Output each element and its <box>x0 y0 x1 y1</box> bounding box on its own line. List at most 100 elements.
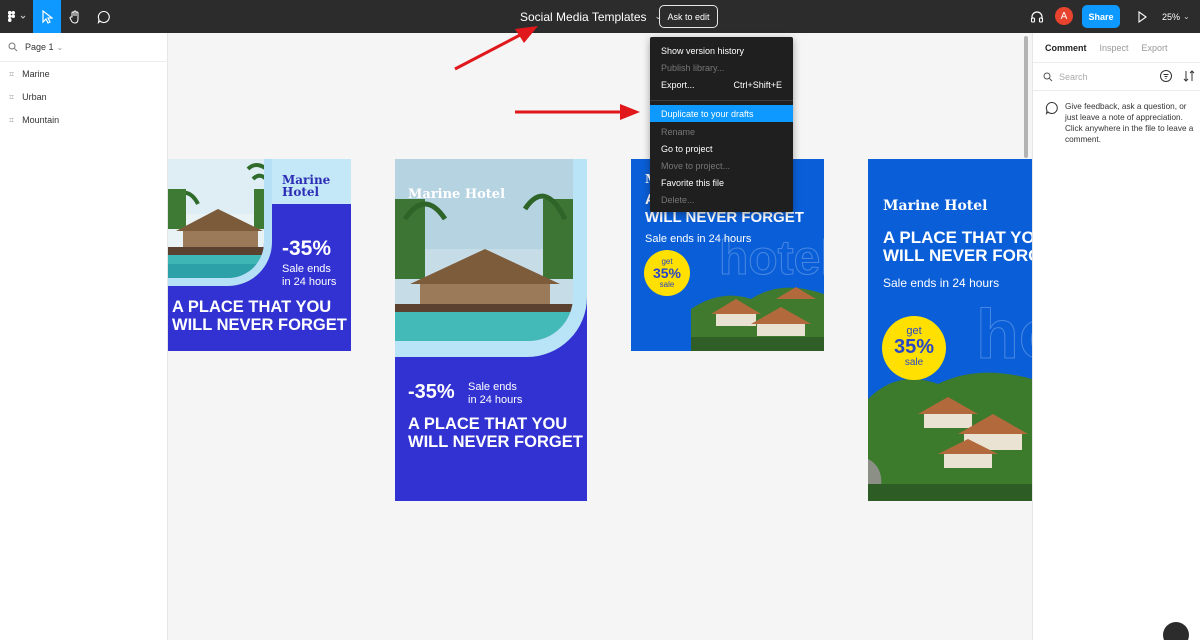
frame-icon: ⌗ <box>9 91 15 102</box>
sort-icon[interactable] <box>1183 69 1195 83</box>
menu-item-label: Delete... <box>661 194 695 205</box>
move-tool-button[interactable] <box>33 0 61 33</box>
layer-marine[interactable]: ⌗ Marine <box>0 64 168 84</box>
card-brand: Marine Hotel <box>883 198 988 214</box>
page-selector[interactable]: Page 1 ⌄ <box>0 33 168 62</box>
file-title[interactable]: Social Media Templates ⌄ <box>520 0 662 33</box>
page-name: Page 1 <box>25 42 54 52</box>
canvas-scrollbar[interactable] <box>1024 36 1028 158</box>
headphones-icon <box>1030 10 1044 23</box>
menu-item-label: Favorite this file <box>661 177 725 188</box>
figma-logo-icon <box>7 10 25 22</box>
menu-item-go-to-project[interactable]: Go to project <box>650 140 793 157</box>
marine-card-story[interactable]: Marine Hotel -35% Sale ends in 24 hours … <box>395 159 587 501</box>
tab-comment[interactable]: Comment <box>1045 43 1087 53</box>
headline-text: A PLACE THAT YOU <box>408 415 568 433</box>
search-icon <box>1043 72 1053 81</box>
layer-urban[interactable]: ⌗ Urban <box>0 87 168 107</box>
menu-divider <box>650 100 793 101</box>
present-button[interactable] <box>1132 0 1152 33</box>
cursor-icon <box>42 9 53 24</box>
headline-text: A PLACE THAT YOU <box>172 298 332 316</box>
badge-bottom-text: sale <box>904 357 924 368</box>
hotel-card-blue-story[interactable]: hote Marine Hotel A PLACE THAT YOU WILL … <box>868 159 1032 501</box>
menu-item-show-version-history[interactable]: Show version history <box>650 42 793 59</box>
badge-bottom-text: sale <box>659 280 675 289</box>
badge-value: 35% <box>652 265 682 281</box>
headline-text: WILL NEVER FORGE <box>883 246 1032 265</box>
menu-item-export[interactable]: Export... Ctrl+Shift+E <box>650 76 793 93</box>
layer-label: Urban <box>22 92 47 102</box>
layer-mountain[interactable]: ⌗ Mountain <box>0 110 168 130</box>
search-actions <box>1159 69 1195 83</box>
filter-icon[interactable] <box>1159 69 1173 83</box>
sale-text: Sale ends in 24 hours <box>883 276 1000 290</box>
file-title-text: Social Media Templates <box>520 9 647 24</box>
menu-item-shortcut: Ctrl+Shift+E <box>733 79 782 90</box>
marine-card-square[interactable]: Marine Hotel -35% Sale ends in 24 hours … <box>168 159 351 351</box>
layers-panel: Page 1 ⌄ ⌗ Marine ⌗ Urban ⌗ Mountain <box>0 33 168 640</box>
chevron-down-icon: ⌄ <box>56 42 64 52</box>
menu-item-move-to-project: Move to project... <box>650 157 793 174</box>
resort-image <box>691 287 824 351</box>
hillside-resort-photo <box>691 269 824 351</box>
overwater-bungalow-image <box>168 159 264 278</box>
sale-text: Sale ends <box>282 263 331 275</box>
headline-text: WILL NEVER FORGET <box>172 316 347 334</box>
comment-empty-state: Give feedback, ask a question, or just l… <box>1045 101 1195 145</box>
hotel-photo <box>168 159 272 286</box>
layer-label: Marine <box>22 69 50 79</box>
comment-search[interactable]: Search <box>1033 62 1200 91</box>
discount-badge: get 35% sale <box>882 316 946 380</box>
discount-badge: get 35% sale <box>644 250 690 296</box>
sale-text: Sale ends <box>468 381 517 393</box>
search-placeholder: Search <box>1059 71 1088 82</box>
zoom-level: 25% <box>1162 11 1181 22</box>
play-icon <box>1138 10 1147 23</box>
menu-item-publish-library: Publish library... <box>650 59 793 76</box>
search-icon <box>8 42 18 52</box>
brand-line: Hotel <box>282 185 320 199</box>
layer-label: Mountain <box>22 115 60 125</box>
badge-value: 35% <box>893 336 935 358</box>
chevron-down-icon: ⌄ <box>1183 12 1190 21</box>
avatar[interactable]: A <box>1055 7 1073 25</box>
main-menu-button[interactable] <box>0 0 33 33</box>
share-button[interactable]: Share <box>1082 5 1120 28</box>
properties-panel: Comment Inspect Export Search Give feedb… <box>1032 33 1200 640</box>
comment-hint-text: Give feedback, ask a question, or just l… <box>1065 102 1194 144</box>
menu-item-label: Move to project... <box>661 160 731 171</box>
hand-icon <box>69 9 79 24</box>
menu-item-rename: Rename <box>650 123 793 140</box>
resort-image <box>868 372 1032 501</box>
frame-icon: ⌗ <box>9 68 15 79</box>
menu-item-label: Duplicate to your drafts <box>661 108 754 119</box>
hillside-resort-photo <box>868 359 1032 501</box>
panel-tabs: Comment Inspect Export <box>1033 33 1200 62</box>
menu-item-label: Publish library... <box>661 62 725 73</box>
zoom-menu[interactable]: 25% ⌄ <box>1162 0 1190 33</box>
comment-tool-button[interactable] <box>89 0 119 33</box>
menu-item-label: Go to project <box>661 143 713 154</box>
menu-item-delete: Delete... <box>650 191 793 208</box>
audio-button[interactable] <box>1025 0 1049 33</box>
discount-text: -35% <box>408 381 455 403</box>
menu-item-label: Show version history <box>661 45 745 56</box>
ask-to-edit-button[interactable]: Ask to edit <box>659 5 718 28</box>
tab-export[interactable]: Export <box>1142 43 1168 53</box>
menu-item-favorite-this-file[interactable]: Favorite this file <box>650 174 793 191</box>
card-brand: Marine Hotel <box>282 174 330 198</box>
headline-text: WILL NEVER FORGET <box>408 433 583 451</box>
tab-inspect[interactable]: Inspect <box>1100 43 1129 53</box>
menu-item-label: Export... <box>661 79 695 90</box>
frame-icon: ⌗ <box>9 114 15 125</box>
toolbar: Social Media Templates ⌄ Ask to edit A S… <box>0 0 1200 33</box>
menu-item-label: Rename <box>661 126 696 137</box>
sale-text: Sale ends in 24 hours <box>645 233 752 245</box>
menu-item-duplicate-to-drafts[interactable]: Duplicate to your drafts <box>650 105 793 122</box>
headline-text: A PLACE THAT YOU <box>883 228 1032 247</box>
card-brand: Marine Hotel <box>408 187 506 202</box>
discount-text: -35% <box>282 237 332 260</box>
file-menu-dropdown: Show version history Publish library... … <box>650 37 793 212</box>
hand-tool-button[interactable] <box>61 0 89 33</box>
